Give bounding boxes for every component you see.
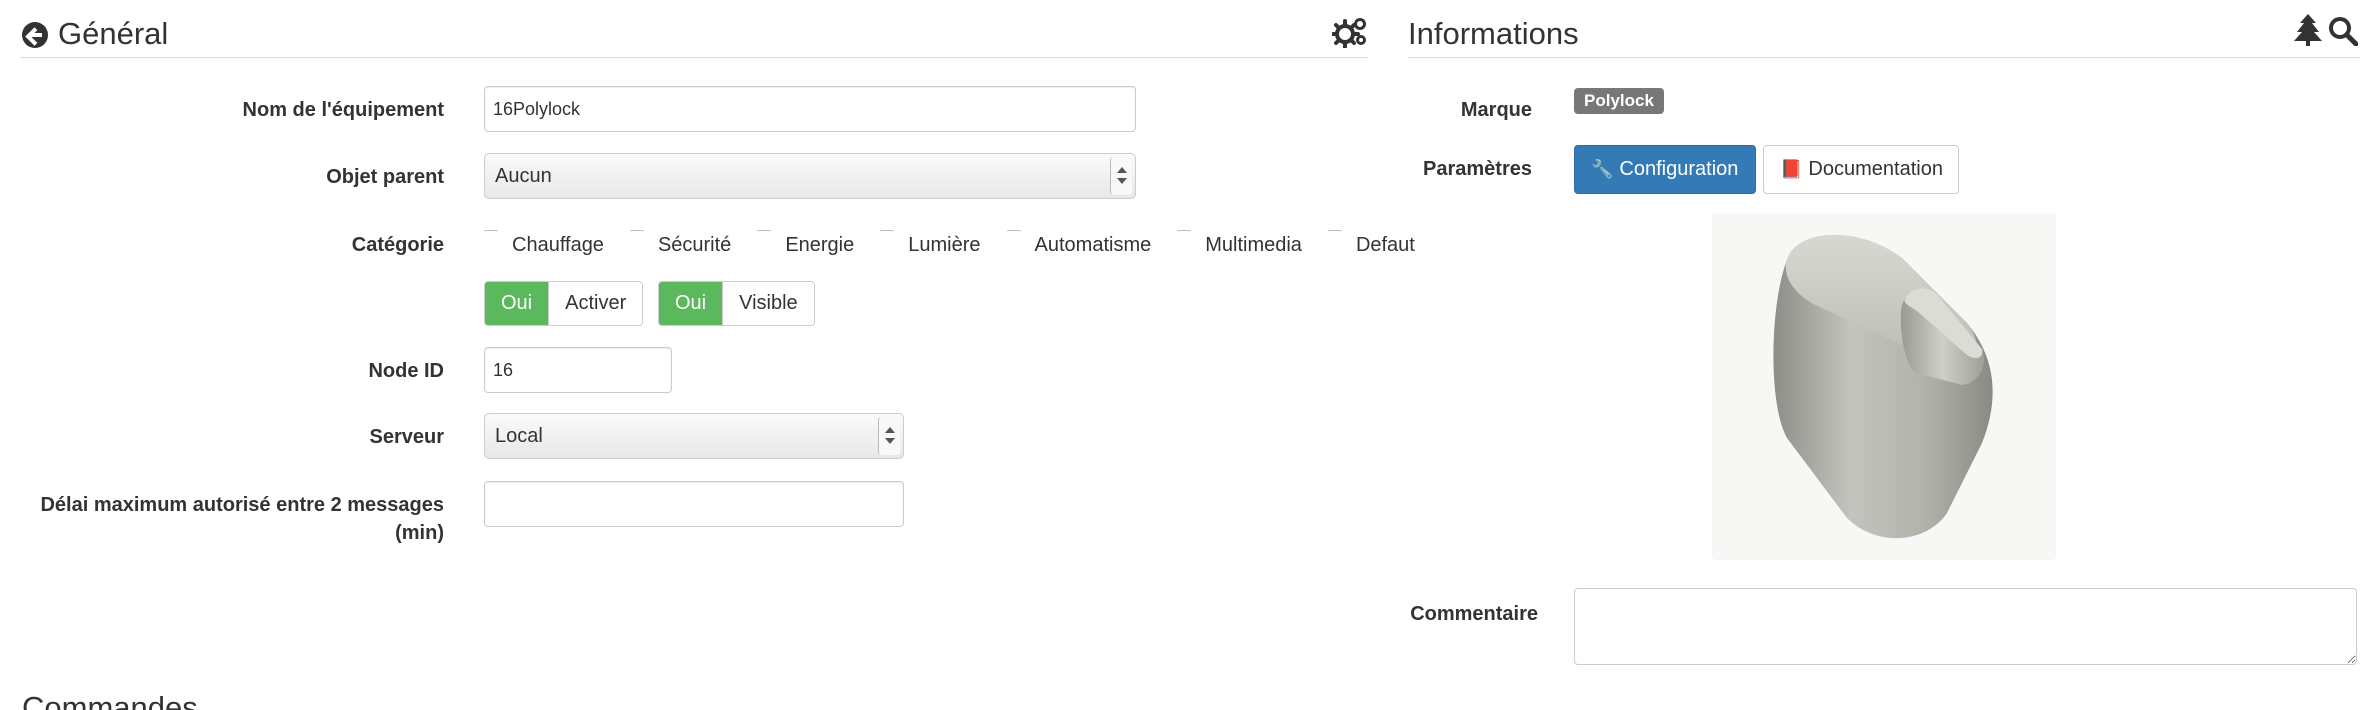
informations-title: Informations (1408, 16, 1579, 51)
brand-badge: Polylock (1574, 88, 1664, 114)
checkbox[interactable] (484, 230, 498, 244)
category-checkboxes: Chauffage Sécurité Energie Lumière Autom… (484, 230, 1441, 260)
checkbox[interactable] (1177, 230, 1192, 244)
documentation-button[interactable]: 📕 Documentation (1763, 145, 1959, 194)
enable-toggle-label[interactable]: Activer (548, 282, 643, 325)
parent-object-value: Aucun (495, 165, 552, 187)
parent-object-label: Objet parent (326, 166, 444, 188)
equipment-name-input[interactable]: 16Polylock (484, 86, 1136, 132)
informations-section-header: Informations (1408, 0, 2360, 58)
commandes-title: Commandes (22, 690, 198, 710)
enable-toggle-on[interactable]: Oui (485, 282, 549, 325)
book-icon: 📕 (1780, 159, 1803, 179)
max-delay-label-line1: Délai maximum autorisé entre 2 messages (40, 494, 444, 516)
category-energie[interactable]: Energie (757, 230, 854, 257)
parent-object-select[interactable]: Aucun (484, 153, 1136, 199)
general-title: Général (58, 16, 169, 51)
checkbox[interactable] (629, 230, 644, 244)
general-section-header: Général (20, 0, 1368, 58)
product-image (1712, 213, 2056, 560)
node-id-label: Node ID (368, 360, 444, 382)
select-arrows-icon (878, 417, 900, 455)
server-select[interactable]: Local (484, 413, 904, 459)
server-value: Local (495, 425, 543, 447)
gears-icon[interactable] (1332, 16, 1368, 48)
category-securite[interactable]: Sécurité (629, 230, 731, 257)
category-chauffage[interactable]: Chauffage (484, 230, 604, 257)
category-defaut[interactable]: Defaut (1327, 230, 1415, 257)
max-delay-input[interactable] (484, 481, 904, 527)
comment-label: Commentaire (1410, 603, 1538, 625)
comment-textarea[interactable] (1574, 588, 2357, 665)
documentation-button-label: Documentation (1808, 158, 1943, 180)
category-lumiere[interactable]: Lumière (880, 230, 981, 257)
wrench-icon: 🔧 (1591, 159, 1614, 179)
select-arrows-icon (1110, 157, 1132, 195)
server-label: Serveur (369, 426, 445, 448)
node-id-input[interactable]: 16 (484, 347, 672, 393)
parameters-label: Paramètres (1423, 158, 1532, 180)
arrow-circle-left-icon[interactable] (22, 22, 48, 48)
search-icon[interactable] (2328, 16, 2358, 46)
max-delay-label-line2: (min) (395, 522, 444, 544)
tree-icon[interactable] (2294, 14, 2322, 46)
enable-toggle[interactable]: Oui Activer (484, 281, 644, 326)
max-delay-label: Délai maximum autorisé entre 2 messages … (20, 491, 444, 547)
category-automatisme[interactable]: Automatisme (1006, 230, 1151, 257)
checkbox[interactable] (1327, 230, 1342, 244)
category-multimedia[interactable]: Multimedia (1177, 230, 1302, 257)
visible-toggle-label[interactable]: Visible (722, 282, 814, 325)
configuration-button[interactable]: 🔧 Configuration (1574, 145, 1756, 194)
visible-toggle-on[interactable]: Oui (659, 282, 723, 325)
checkbox[interactable] (757, 230, 772, 244)
equipment-name-label: Nom de l'équipement (242, 99, 444, 121)
configuration-button-label: Configuration (1619, 158, 1739, 180)
visible-toggle[interactable]: Oui Visible (658, 281, 815, 326)
brand-label: Marque (1460, 99, 1532, 121)
checkbox[interactable] (880, 230, 895, 244)
category-label: Catégorie (351, 234, 444, 256)
checkbox[interactable] (1006, 230, 1021, 244)
